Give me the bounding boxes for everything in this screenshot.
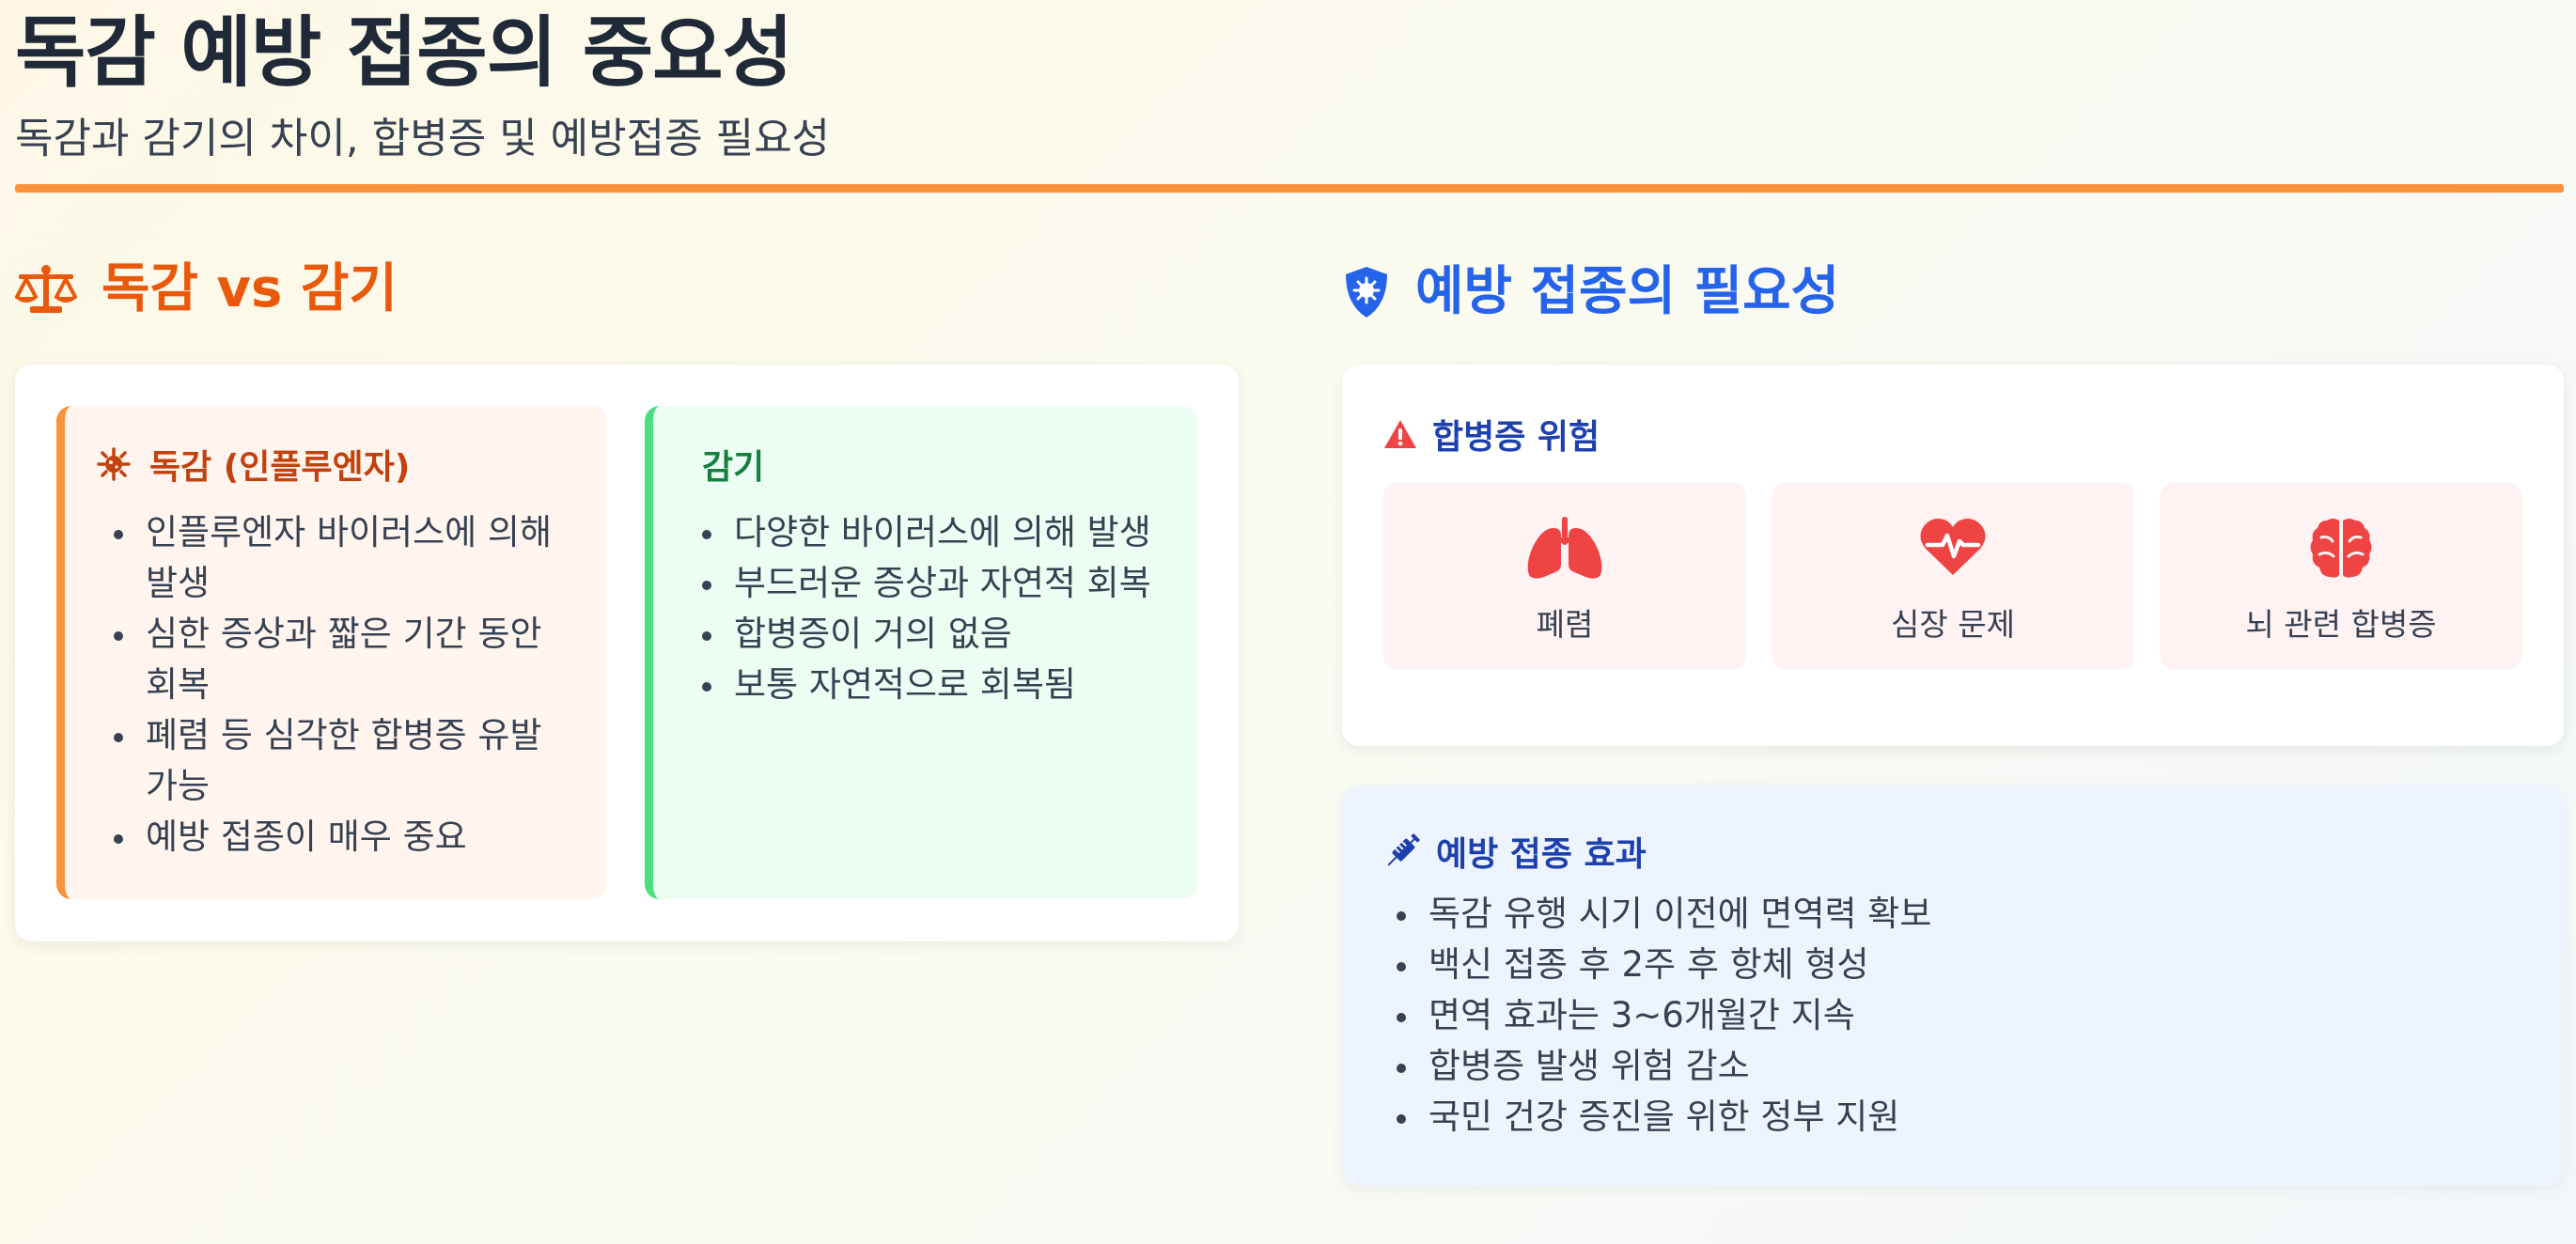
risk-tile-brain: 뇌 관련 합병증	[2160, 483, 2522, 669]
cold-title-text: 감기	[702, 448, 765, 487]
lungs-icon	[1527, 517, 1602, 579]
complication-risk-card: 합병증 위험 폐렴 심장 문제 뇌 관련 합병증	[1342, 365, 2564, 746]
list-item: 폐렴 등 심각한 합병증 유발 가능	[114, 710, 574, 812]
list-item: 보통 자연적으로 회복됨	[702, 660, 1191, 710]
list-item: 심한 증상과 짧은 기간 동안 회복	[114, 609, 574, 710]
necessity-heading: 예방 접종의 필요성	[1342, 265, 1839, 319]
flu-list: 인플루엔자 바이러스에 의해 발생 심한 증상과 짧은 기간 동안 회복 폐렴 …	[114, 507, 574, 863]
cold-panel: 감기 다양한 바이러스에 의해 발생 부드러운 증상과 자연적 회복 합병증이 …	[645, 406, 1197, 899]
balance-scale-icon	[15, 265, 77, 313]
risk-label: 폐렴	[1536, 606, 1594, 643]
shield-virus-icon	[1346, 267, 1387, 318]
page-subtitle: 독감과 감기의 차이, 합병증 및 예방접종 필요성	[15, 115, 831, 163]
list-item: 부드러운 증상과 자연적 회복	[702, 558, 1191, 609]
cold-title: 감기	[702, 440, 764, 489]
list-item: 합병증이 거의 없음	[702, 609, 1191, 660]
flu-panel: 독감 (인플루엔자) 인플루엔자 바이러스에 의해 발생 심한 증상과 짧은 기…	[56, 406, 607, 899]
flu-title: 독감 (인플루엔자)	[97, 440, 410, 489]
effect-title: 예방 접종 효과	[1383, 827, 1647, 876]
heart-pulse-icon	[1920, 519, 1986, 575]
page-header: 독감 예방 접종의 중요성 독감과 감기의 차이, 합병증 및 예방접종 필요성	[15, 0, 2564, 164]
page-title: 독감 예방 접종의 중요성	[15, 8, 793, 98]
list-item: 면역 효과는 3~6개월간 지속	[1397, 990, 2524, 1041]
risk-title: 합병증 위험	[1383, 410, 1600, 459]
list-item: 합병증 발생 위험 감소	[1397, 1041, 2524, 1092]
risk-tile-pneumonia: 폐렴	[1383, 483, 1746, 669]
risk-title-text: 합병증 위험	[1432, 418, 1600, 457]
header-divider	[15, 184, 2564, 193]
cold-list: 다양한 바이러스에 의해 발생 부드러운 증상과 자연적 회복 합병증이 거의 …	[702, 507, 1191, 710]
brain-icon	[2310, 519, 2372, 578]
list-item: 독감 유행 시기 이전에 면역력 확보	[1397, 889, 2524, 940]
effect-list: 독감 유행 시기 이전에 면역력 확보 백신 접종 후 2주 후 항체 형성 면…	[1397, 889, 2524, 1143]
list-item: 인플루엔자 바이러스에 의해 발생	[114, 507, 574, 609]
comparison-heading: 독감 vs 감기	[15, 263, 398, 316]
list-item: 예방 접종이 매우 중요	[114, 812, 574, 863]
list-item: 백신 접종 후 2주 후 항체 형성	[1397, 940, 2524, 990]
comparison-card: 독감 (인플루엔자) 인플루엔자 바이러스에 의해 발생 심한 증상과 짧은 기…	[15, 365, 1239, 941]
vaccine-effect-card: 예방 접종 효과 독감 유행 시기 이전에 면역력 확보 백신 접종 후 2주 …	[1342, 785, 2564, 1186]
list-item: 국민 건강 증진을 위한 정부 지원	[1397, 1092, 2524, 1143]
risk-tile-heart: 심장 문제	[1772, 483, 2134, 669]
comparison-heading-text: 독감 vs 감기	[101, 258, 398, 319]
effect-title-text: 예방 접종 효과	[1436, 835, 1647, 874]
risk-label: 심장 문제	[1891, 606, 2015, 643]
virus-icon	[97, 447, 131, 481]
syringe-icon	[1387, 833, 1420, 866]
warning-triangle-icon	[1384, 420, 1416, 448]
necessity-heading-text: 예방 접종의 필요성	[1415, 261, 1840, 322]
flu-title-text: 독감 (인플루엔자)	[149, 448, 411, 487]
list-item: 다양한 바이러스에 의해 발생	[702, 507, 1191, 558]
risk-label: 뇌 관련 합병증	[2245, 606, 2437, 643]
